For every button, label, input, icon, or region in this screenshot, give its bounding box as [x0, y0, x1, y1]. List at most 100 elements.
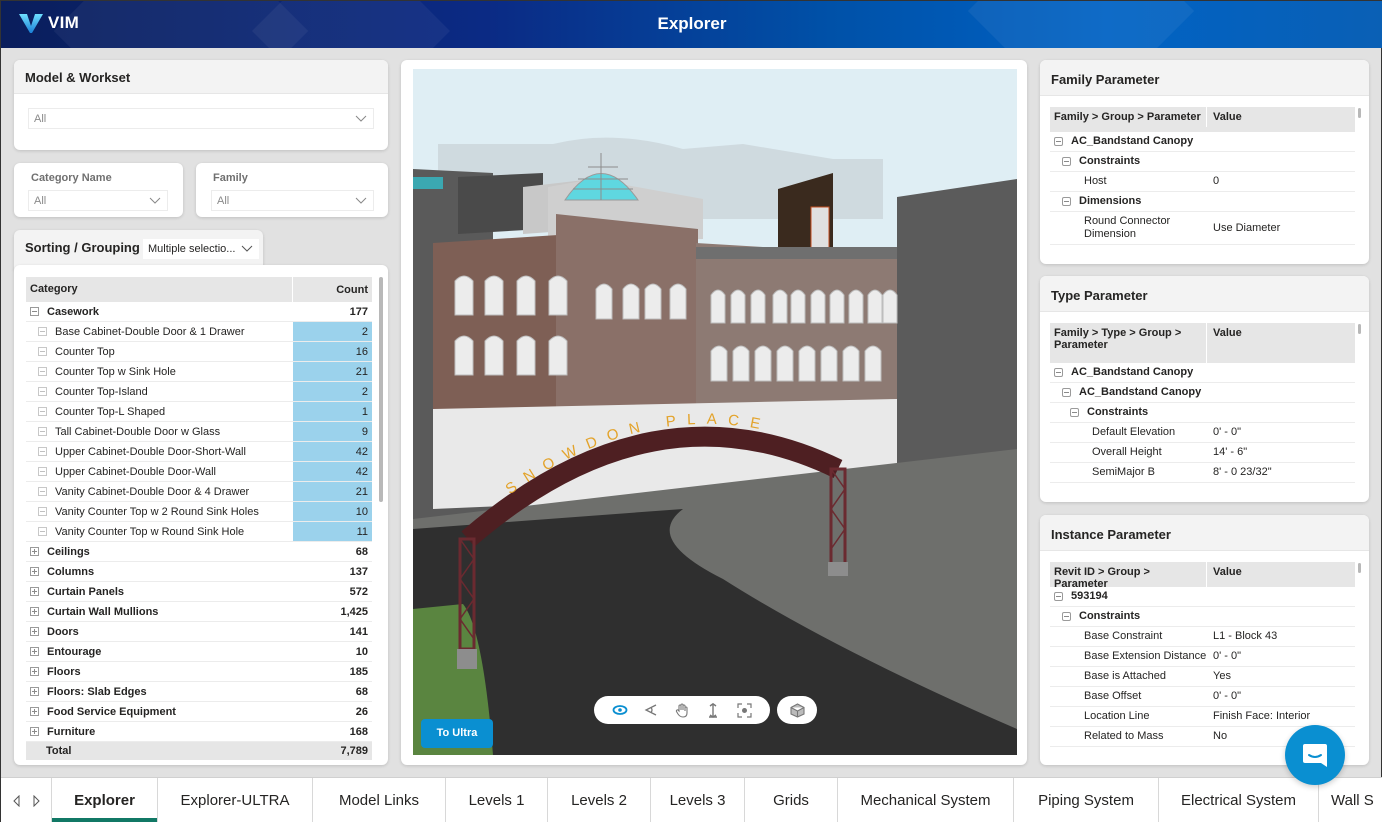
expand-icon[interactable]: [38, 407, 47, 416]
instance-parameter-scrollbar[interactable]: [1358, 563, 1361, 573]
zoom-icon[interactable]: [704, 701, 722, 719]
expand-icon[interactable]: [30, 647, 39, 656]
collapse-icon[interactable]: [1070, 408, 1079, 417]
model-workset-dropdown[interactable]: All: [28, 108, 374, 129]
family-dropdown[interactable]: All: [211, 190, 374, 211]
category-group-row[interactable]: Entourage 10: [26, 642, 372, 662]
orbit-icon[interactable]: [611, 701, 629, 719]
expand-icon[interactable]: [30, 567, 39, 576]
expand-icon[interactable]: [30, 607, 39, 616]
category-group-row[interactable]: Floors: Slab Edges 68: [26, 682, 372, 702]
category-group-row[interactable]: Curtain Wall Mullions 1,425: [26, 602, 372, 622]
category-group-row[interactable]: Ceilings 68: [26, 542, 372, 562]
category-child-row[interactable]: Upper Cabinet-Double Door-Short-Wall 42: [26, 442, 372, 462]
category-group-row[interactable]: Curtain Panels 572: [26, 582, 372, 602]
category-child-row[interactable]: Tall Cabinet-Double Door w Glass 9: [26, 422, 372, 442]
expand-icon[interactable]: [38, 327, 47, 336]
focus-icon[interactable]: [735, 701, 753, 719]
count-cell: 26: [355, 706, 368, 718]
tab-next-icon[interactable]: [32, 794, 40, 807]
category-group-row[interactable]: Furniture 168: [26, 722, 372, 742]
category-group-row[interactable]: Casework 177: [26, 302, 372, 322]
expand-icon[interactable]: [30, 667, 39, 676]
viewer-toolbar: [594, 696, 770, 724]
to-ultra-button[interactable]: To Ultra: [421, 719, 493, 748]
column-header-category[interactable]: Category: [26, 277, 293, 302]
expand-icon[interactable]: [38, 387, 47, 396]
tab-electrical-system[interactable]: Electrical System: [1159, 778, 1319, 822]
category-child-row[interactable]: Counter Top-Island 2: [26, 382, 372, 402]
tab-levels-2[interactable]: Levels 2: [548, 778, 651, 822]
category-group-row[interactable]: Floors 185: [26, 662, 372, 682]
expand-icon[interactable]: [38, 347, 47, 356]
category-group-row[interactable]: Doors 141: [26, 622, 372, 642]
look-icon[interactable]: [642, 701, 660, 719]
category-cell: Vanity Cabinet-Double Door & 4 Drawer: [26, 482, 293, 501]
tab-prev-icon[interactable]: [12, 794, 21, 807]
collapse-icon[interactable]: [1062, 157, 1071, 166]
expand-icon[interactable]: [30, 627, 39, 636]
collapse-icon[interactable]: [1062, 612, 1071, 621]
tab-explorer-ultra[interactable]: Explorer-ULTRA: [158, 778, 313, 822]
category-child-row[interactable]: Counter Top 16: [26, 342, 372, 362]
expand-icon[interactable]: [38, 527, 47, 536]
collapse-icon[interactable]: [1062, 197, 1071, 206]
expand-icon[interactable]: [38, 487, 47, 496]
tab-levels-3[interactable]: Levels 3: [651, 778, 745, 822]
parameter-group-row[interactable]: Constraints: [1050, 403, 1355, 423]
expand-icon[interactable]: [38, 507, 47, 516]
category-child-row[interactable]: Upper Cabinet-Double Door-Wall 42: [26, 462, 372, 482]
category-cell: Food Service Equipment: [26, 702, 293, 721]
category-group-row[interactable]: Food Service Equipment 26: [26, 702, 372, 722]
expand-icon[interactable]: [38, 367, 47, 376]
type-parameter-scrollbar[interactable]: [1358, 324, 1361, 334]
sorting-grouping-dropdown[interactable]: Multiple selectio...: [143, 239, 259, 259]
expand-icon[interactable]: [38, 467, 47, 476]
family-parameter-scrollbar[interactable]: [1358, 108, 1361, 118]
tab-wall-s[interactable]: Wall S: [1319, 778, 1379, 822]
parameter-group-row[interactable]: Dimensions: [1050, 192, 1355, 212]
parameter-group-row[interactable]: 593194: [1050, 587, 1355, 607]
tab-model-links[interactable]: Model Links: [313, 778, 446, 822]
expand-icon[interactable]: [30, 687, 39, 696]
parameter-group-row[interactable]: Constraints: [1050, 607, 1355, 627]
3d-viewer[interactable]: SNOWDON PLACE To Ultra: [413, 69, 1017, 755]
expand-icon[interactable]: [38, 447, 47, 456]
category-child-row[interactable]: Vanity Counter Top w 2 Round Sink Holes 1…: [26, 502, 372, 522]
category-child-row[interactable]: Counter Top-L Shaped 1: [26, 402, 372, 422]
column-header-count[interactable]: Count: [293, 284, 372, 296]
parameter-group-row[interactable]: AC_Bandstand Canopy: [1050, 383, 1355, 403]
tab-grids[interactable]: Grids: [745, 778, 838, 822]
category-child-row[interactable]: Base Cabinet-Double Door & 1 Drawer 2: [26, 322, 372, 342]
category-name-dropdown[interactable]: All: [28, 190, 168, 211]
parameter-name: Related to Mass: [1084, 730, 1164, 742]
expand-icon[interactable]: [30, 727, 39, 736]
category-group-row[interactable]: Columns 137: [26, 562, 372, 582]
collapse-icon[interactable]: [1054, 368, 1063, 377]
expand-icon[interactable]: [30, 707, 39, 716]
category-child-row[interactable]: Vanity Cabinet-Double Door & 4 Drawer 21: [26, 482, 372, 502]
collapse-icon[interactable]: [1054, 137, 1063, 146]
category-table-scrollbar[interactable]: [379, 277, 383, 502]
collapse-icon[interactable]: [30, 307, 39, 316]
category-child-row[interactable]: Vanity Counter Top w Round Sink Hole 11: [26, 522, 372, 542]
expand-icon[interactable]: [30, 587, 39, 596]
expand-icon[interactable]: [38, 427, 47, 436]
parameter-group-row[interactable]: AC_Bandstand Canopy: [1050, 363, 1355, 383]
parameter-group-row[interactable]: AC_Bandstand Canopy: [1050, 132, 1355, 152]
parameter-value: Use Diameter: [1213, 221, 1281, 234]
tab-levels-1[interactable]: Levels 1: [446, 778, 548, 822]
collapse-icon[interactable]: [1054, 592, 1063, 601]
3d-scene[interactable]: SNOWDON PLACE: [413, 69, 1017, 755]
category-name: Counter Top: [55, 345, 115, 358]
parameter-group-row[interactable]: Constraints: [1050, 152, 1355, 172]
chat-button[interactable]: [1285, 725, 1345, 785]
view-cube-button[interactable]: [777, 696, 817, 724]
expand-icon[interactable]: [30, 547, 39, 556]
tab-mechanical-system[interactable]: Mechanical System: [838, 778, 1014, 822]
collapse-icon[interactable]: [1062, 388, 1071, 397]
pan-icon[interactable]: [673, 701, 691, 719]
category-child-row[interactable]: Counter Top w Sink Hole 21: [26, 362, 372, 382]
tab-explorer[interactable]: Explorer: [52, 778, 158, 822]
tab-piping-system[interactable]: Piping System: [1014, 778, 1159, 822]
